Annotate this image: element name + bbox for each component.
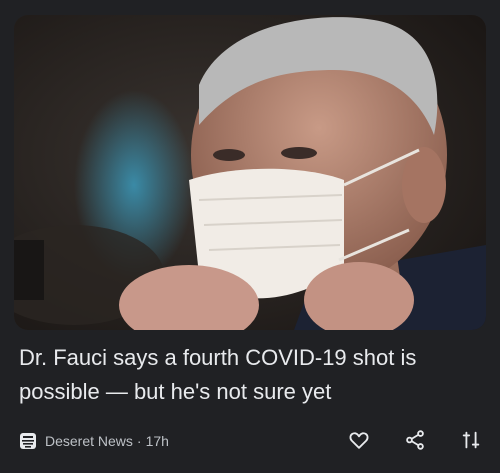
- less-like-this-icon: [462, 431, 480, 449]
- article-age: 17h: [145, 433, 169, 449]
- share-icon: [406, 430, 424, 450]
- more-less-button[interactable]: [458, 427, 484, 453]
- article-actions: [346, 427, 484, 453]
- article-photo: [14, 15, 486, 330]
- share-button[interactable]: [402, 427, 428, 453]
- news-card[interactable]: Dr. Fauci says a fourth COVID-19 shot is…: [0, 0, 500, 473]
- source-name[interactable]: Deseret News: [45, 433, 133, 449]
- meta-separator: ·: [136, 433, 142, 449]
- article-image[interactable]: [14, 15, 486, 330]
- deseret-news-logo-icon: [19, 432, 37, 450]
- like-button[interactable]: [346, 427, 372, 453]
- article-headline[interactable]: Dr. Fauci says a fourth COVID-19 shot is…: [19, 341, 481, 409]
- heart-icon: [349, 432, 369, 449]
- article-meta: Deseret News · 17h: [19, 428, 169, 454]
